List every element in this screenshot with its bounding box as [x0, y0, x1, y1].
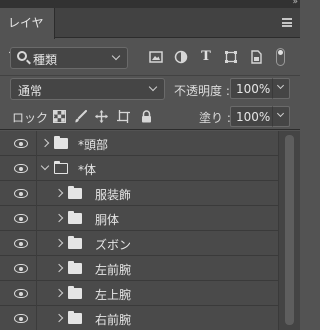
chevron-down-icon: [276, 109, 285, 118]
layer-row[interactable]: 左前腕: [0, 256, 278, 281]
scrollbar-thumb[interactable]: [285, 135, 294, 325]
type-icon[interactable]: T: [199, 50, 213, 64]
lock-row: ロック : 塗り : 100%: [0, 104, 300, 130]
chevron-down-icon: [148, 82, 158, 92]
layer-filter-row: 種類 T: [0, 38, 300, 76]
expand-arrow-icon[interactable]: [40, 138, 50, 148]
image-icon[interactable]: [149, 50, 163, 64]
fill-field[interactable]: 100%: [230, 106, 273, 127]
folder-icon: [68, 261, 82, 274]
adjustment-icon[interactable]: [174, 50, 188, 64]
layer-name: *体: [78, 163, 97, 177]
opacity-label: 不透明度 :: [174, 84, 230, 98]
lock-label: ロック :: [12, 111, 56, 125]
layer-row[interactable]: 右前腕: [0, 306, 278, 330]
layer-row[interactable]: 左上腕: [0, 281, 278, 306]
folder-icon: [68, 286, 82, 299]
eye-icon: [14, 264, 28, 273]
folder-icon: [68, 311, 82, 324]
folder-icon: [68, 211, 82, 224]
folder-icon: [54, 136, 68, 149]
folder-icon: [68, 236, 82, 249]
expand-arrow-icon[interactable]: [54, 288, 64, 298]
layer-list: *頭部 *体 服装飾 胴体 ズボン 左前腕 左上腕 右前腕: [0, 131, 278, 330]
visibility-toggle[interactable]: [0, 231, 37, 256]
opacity-dropdown[interactable]: [272, 78, 290, 99]
layer-row[interactable]: 胴体: [0, 206, 278, 231]
eye-icon: [14, 139, 28, 148]
visibility-toggle[interactable]: [0, 131, 37, 156]
panel-tab-bar: レイヤー: [0, 8, 300, 60]
visibility-toggle[interactable]: [0, 281, 37, 306]
filter-type-select[interactable]: 種類: [10, 47, 128, 69]
filter-type-label: 種類: [33, 53, 58, 67]
search-icon: [17, 51, 27, 61]
expand-arrow-icon[interactable]: [54, 213, 64, 223]
collapse-arrow-icon[interactable]: [40, 161, 50, 171]
expand-arrow-icon[interactable]: [54, 263, 64, 273]
smart-object-icon[interactable]: [249, 50, 263, 64]
eye-icon: [14, 214, 28, 223]
layer-name: 服装飾: [95, 188, 132, 202]
lock-all-icon[interactable]: [140, 110, 153, 123]
eye-icon: [14, 189, 28, 198]
layer-row[interactable]: *頭部: [0, 131, 278, 156]
lock-paint-icon[interactable]: [74, 110, 87, 123]
layer-name: 胴体: [95, 213, 120, 227]
layer-name: *頭部: [78, 138, 109, 152]
filter-toggle[interactable]: [276, 48, 285, 66]
expand-arrow-icon[interactable]: [54, 313, 64, 323]
collapse-panel-icon[interactable]: »: [292, 0, 297, 7]
folder-open-icon: [53, 160, 68, 174]
eye-icon: [14, 314, 28, 323]
chevron-down-icon: [111, 51, 121, 61]
visibility-toggle[interactable]: [0, 156, 37, 181]
visibility-toggle[interactable]: [0, 306, 37, 330]
layer-scrollbar[interactable]: [278, 131, 300, 330]
eye-icon: [14, 164, 28, 173]
visibility-toggle[interactable]: [0, 256, 37, 281]
layer-row[interactable]: *体: [0, 156, 278, 181]
fill-dropdown[interactable]: [272, 106, 290, 127]
layer-name: ズボン: [95, 238, 132, 252]
chevron-down-icon: [276, 81, 285, 90]
lock-artboard-icon[interactable]: [117, 110, 130, 123]
expand-arrow-icon[interactable]: [54, 188, 64, 198]
eye-icon: [14, 239, 28, 248]
layer-name: 左前腕: [95, 263, 132, 277]
layer-row[interactable]: 服装飾: [0, 181, 278, 206]
shape-icon[interactable]: [224, 50, 238, 64]
opacity-field[interactable]: 100%: [230, 78, 273, 99]
tab-layers[interactable]: レイヤー: [0, 8, 55, 60]
expand-arrow-icon[interactable]: [54, 238, 64, 248]
panel-menu-icon[interactable]: [282, 18, 292, 27]
blend-mode-select[interactable]: 通常: [10, 78, 165, 100]
eye-icon: [14, 289, 28, 298]
fill-label: 塗り :: [199, 111, 231, 125]
blend-mode-label: 通常: [18, 84, 43, 98]
panel-top-bar: »: [0, 0, 300, 8]
layer-name: 右前腕: [95, 313, 132, 327]
folder-icon: [68, 186, 82, 199]
lock-transparency-icon[interactable]: [53, 110, 66, 123]
visibility-toggle[interactable]: [0, 181, 37, 206]
visibility-toggle[interactable]: [0, 206, 37, 231]
layer-name: 左上腕: [95, 288, 132, 302]
lock-move-icon[interactable]: [95, 110, 108, 123]
blend-row: 通常 不透明度 : 100%: [0, 76, 300, 101]
layer-row[interactable]: ズボン: [0, 231, 278, 256]
